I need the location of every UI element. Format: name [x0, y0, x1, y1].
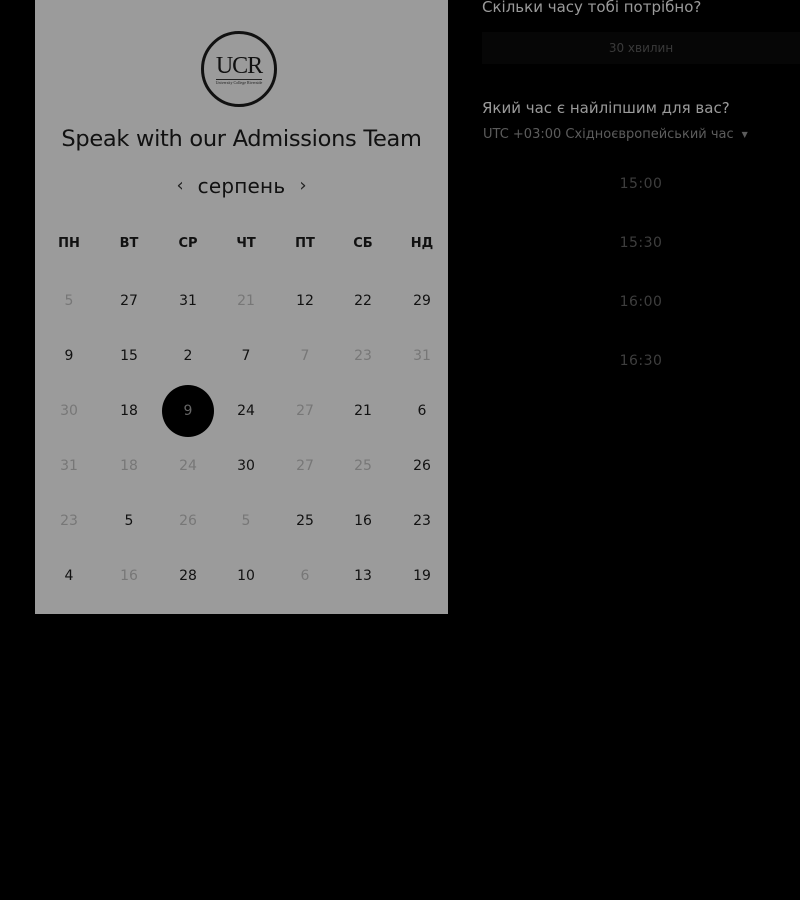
calendar-day: 24 — [179, 458, 197, 474]
duration-selector[interactable]: 30 хвилин — [482, 32, 800, 64]
time-slot-label: 16:00 — [619, 294, 663, 310]
calendar-day[interactable]: 10 — [220, 550, 272, 602]
calendar-day: 27 — [296, 458, 314, 474]
calendar-day[interactable]: 21 — [337, 385, 389, 437]
calendar-day: 25 — [354, 458, 372, 474]
calendar-day: 5 — [241, 513, 251, 529]
calendar-day[interactable]: 31 — [162, 275, 214, 327]
calendar-day[interactable]: 22 — [337, 275, 389, 327]
calendar-day: 31 — [60, 458, 78, 474]
calendar-day[interactable]: 19 — [396, 550, 448, 602]
calendar-day: 5 — [64, 293, 74, 309]
calendar-day[interactable]: 5 — [103, 495, 155, 547]
calendar-day: 27 — [296, 403, 314, 419]
time-slot[interactable]: 15:30 — [482, 223, 800, 263]
duration-value: 30 хвилин — [608, 41, 674, 55]
timezone-label: UTC +03:00 Східноєвропейський час — [483, 127, 734, 142]
time-slot-label: 15:30 — [619, 235, 663, 251]
calendar-day[interactable]: 4 — [43, 550, 95, 602]
calendar-day: 23 — [354, 348, 372, 364]
calendar-day: 31 — [413, 348, 431, 364]
calendar-day: 26 — [179, 513, 197, 529]
timezone-select[interactable]: UTC +03:00 Східноєвропейський час ▼ — [483, 127, 748, 142]
calendar-grid: 5 27 31 21 12 22 29 9 15 2 7 7 23 31 30 18 9 24 27 21 6 31 18 2… — [35, 0, 448, 614]
time-slot[interactable]: 15:00 — [482, 164, 800, 204]
calendar-day[interactable]: 13 — [337, 550, 389, 602]
calendar-day[interactable]: 29 — [396, 275, 448, 327]
calendar-day[interactable]: 18 — [103, 385, 155, 437]
calendar-day: 7 — [300, 348, 310, 364]
calendar-day[interactable]: 26 — [396, 440, 448, 492]
page: UCR University College Riverside Speak w… — [0, 0, 800, 900]
calendar-day[interactable]: 9 — [43, 330, 95, 382]
calendar-day: 30 — [60, 403, 78, 419]
calendar-day[interactable]: 6 — [396, 385, 448, 437]
calendar-day: 18 — [120, 458, 138, 474]
calendar-day[interactable]: 23 — [396, 495, 448, 547]
calendar-day: 6 — [300, 568, 310, 584]
booking-panel: Скільки часу тобі потрібно? 30 хвилин Як… — [482, 0, 800, 400]
caret-down-icon: ▼ — [741, 130, 748, 139]
time-slot[interactable]: 16:00 — [482, 282, 800, 322]
calendar-day[interactable]: 24 — [220, 385, 272, 437]
calendar-day[interactable]: 30 — [220, 440, 272, 492]
calendar-card: UCR University College Riverside Speak w… — [35, 0, 448, 614]
calendar-day[interactable]: 27 — [103, 275, 155, 327]
duration-question: Скільки часу тобі потрібно? — [482, 0, 702, 16]
calendar-day-selected[interactable]: 9 — [162, 385, 214, 437]
calendar-day: 23 — [60, 513, 78, 529]
calendar-day[interactable]: 12 — [279, 275, 331, 327]
calendar-day[interactable]: 7 — [220, 330, 272, 382]
time-slot-label: 16:30 — [619, 353, 663, 369]
time-slot[interactable]: 16:30 — [482, 341, 800, 381]
calendar-day: 16 — [120, 568, 138, 584]
time-slot-label: 15:00 — [619, 176, 663, 192]
time-question: Який час є найліпшим для вас? — [482, 99, 730, 117]
calendar-day: 21 — [237, 293, 255, 309]
calendar-day[interactable]: 25 — [279, 495, 331, 547]
calendar-day[interactable]: 15 — [103, 330, 155, 382]
calendar-day[interactable]: 2 — [162, 330, 214, 382]
calendar-day[interactable]: 16 — [337, 495, 389, 547]
calendar-day[interactable]: 28 — [162, 550, 214, 602]
